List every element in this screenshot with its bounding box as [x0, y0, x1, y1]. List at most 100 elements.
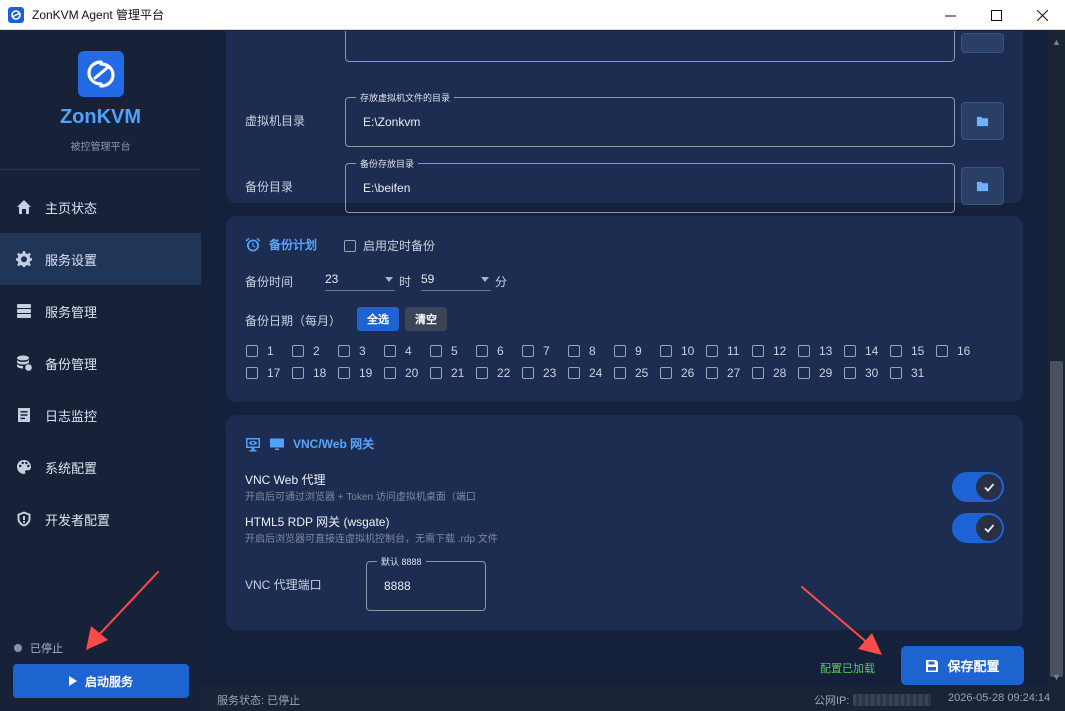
day-checkbox[interactable]: 12	[752, 344, 798, 358]
vnc-port-field[interactable]: 默认 8888 8888	[366, 555, 486, 611]
checkbox-box	[660, 345, 672, 357]
day-label: 21	[451, 366, 465, 380]
checkbox-box	[798, 345, 810, 357]
day-checkbox[interactable]: 30	[844, 366, 890, 380]
checkbox-box	[568, 367, 580, 379]
vnc-port-value: 8888	[384, 579, 411, 593]
day-label: 9	[635, 344, 642, 358]
day-checkbox[interactable]: 8	[568, 344, 614, 358]
status-dot	[14, 644, 22, 652]
sidebar-item-home[interactable]: 主页状态	[0, 181, 201, 233]
day-checkbox[interactable]: 29	[798, 366, 844, 380]
day-checkbox[interactable]: 20	[384, 366, 430, 380]
vm-dir-field[interactable]: 存放虚拟机文件的目录 E:\Zonkvm	[345, 91, 955, 147]
day-checkbox[interactable]: 22	[476, 366, 522, 380]
sidebar-divider	[0, 169, 201, 170]
day-checkbox[interactable]: 2	[292, 344, 338, 358]
toggle-knob	[976, 474, 1002, 500]
minimize-button[interactable]	[927, 0, 973, 30]
title-bar: ZonKVM Agent 管理平台	[0, 0, 1065, 30]
backup-dir-legend: 备份存放目录	[356, 157, 419, 170]
clear-button[interactable]: 清空	[405, 307, 447, 331]
sidebar-item-log-monitor[interactable]: 日志监控	[0, 389, 201, 441]
backup-dir-browse-button[interactable]	[961, 167, 1004, 205]
day-checkbox[interactable]: 26	[660, 366, 706, 380]
day-checkbox[interactable]: 3	[338, 344, 384, 358]
vertical-scrollbar[interactable]: ▲ ▼	[1048, 31, 1065, 685]
day-label: 20	[405, 366, 419, 380]
backup-plan-card: 备份计划 启用定时备份 备份时间 23 时 59 分 备份日期（每月） 全选 清…	[226, 216, 1023, 402]
sidebar: ZonKVM 被控管理平台 主页状态 服务设置 服务管理 备份管理 日志监控 系…	[0, 31, 201, 711]
checkbox-box	[476, 367, 488, 379]
day-checkbox[interactable]: 31	[890, 366, 936, 380]
day-checkbox[interactable]: 1	[246, 344, 292, 358]
day-checkbox[interactable]: 5	[430, 344, 476, 358]
close-button[interactable]	[1019, 0, 1065, 30]
vnc-gateway-title: VNC/Web 网关	[245, 435, 374, 452]
checkbox-box	[522, 367, 534, 379]
checkbox-box	[246, 367, 258, 379]
day-checkbox[interactable]: 11	[706, 344, 752, 358]
day-checkbox[interactable]: 28	[752, 366, 798, 380]
day-checkbox[interactable]: 15	[890, 344, 936, 358]
sidebar-item-system-config[interactable]: 系统配置	[0, 441, 201, 493]
previous-browse-button[interactable]	[961, 33, 1004, 53]
day-label: 6	[497, 344, 504, 358]
day-checkbox[interactable]: 23	[522, 366, 568, 380]
scroll-down-icon[interactable]: ▼	[1048, 668, 1065, 685]
day-checkbox[interactable]: 13	[798, 344, 844, 358]
checkbox-box	[752, 367, 764, 379]
vnc-web-proxy-toggle[interactable]	[952, 472, 1004, 502]
day-checkbox[interactable]: 27	[706, 366, 752, 380]
vm-dir-browse-button[interactable]	[961, 102, 1004, 140]
checkbox-box	[522, 345, 534, 357]
day-label: 26	[681, 366, 695, 380]
day-checkbox[interactable]: 4	[384, 344, 430, 358]
sidebar-item-service-management[interactable]: 服务管理	[0, 285, 201, 337]
day-checkbox[interactable]: 17	[246, 366, 292, 380]
day-checkbox[interactable]: 7	[522, 344, 568, 358]
sidebar-item-label: 备份管理	[45, 356, 98, 372]
start-service-button[interactable]: 启动服务	[13, 664, 189, 698]
home-icon	[15, 198, 33, 216]
day-checkbox[interactable]: 25	[614, 366, 660, 380]
vnc-port-label: VNC 代理端口	[245, 578, 322, 592]
minute-select[interactable]: 59	[421, 267, 491, 291]
sidebar-item-service-settings[interactable]: 服务设置	[0, 233, 201, 285]
scroll-up-icon[interactable]: ▲	[1048, 33, 1065, 50]
rdp-gateway-toggle[interactable]	[952, 513, 1004, 543]
backup-dir-label: 备份目录	[245, 180, 294, 194]
checkbox-box	[798, 367, 810, 379]
previous-dir-field[interactable]	[345, 31, 955, 62]
day-checkbox[interactable]: 18	[292, 366, 338, 380]
day-checkbox[interactable]: 21	[430, 366, 476, 380]
backup-dir-field[interactable]: 备份存放目录 E:\beifen	[345, 157, 955, 213]
day-checkbox[interactable]: 24	[568, 366, 614, 380]
day-checkbox[interactable]: 6	[476, 344, 522, 358]
day-checkbox[interactable]: 16	[936, 344, 982, 358]
day-label: 28	[773, 366, 787, 380]
maximize-button[interactable]	[973, 0, 1019, 30]
sidebar-item-developer-config[interactable]: 开发者配置	[0, 493, 201, 545]
day-checkbox[interactable]: 10	[660, 344, 706, 358]
sidebar-item-backup-management[interactable]: 备份管理	[0, 337, 201, 389]
display-icon	[270, 438, 284, 450]
day-label: 22	[497, 366, 511, 380]
backup-plan-title-text: 备份计划	[269, 238, 318, 252]
sidebar-item-label: 系统配置	[45, 460, 98, 476]
day-checkbox[interactable]: 19	[338, 366, 384, 380]
statusbar-timestamp: 2026-05-28 09:24:14	[948, 692, 1051, 704]
checkbox-box	[384, 345, 396, 357]
palette-icon	[15, 458, 33, 476]
day-checkbox[interactable]: 14	[844, 344, 890, 358]
hour-select[interactable]: 23	[325, 267, 395, 291]
status-bar: 服务状态: 已停止 公网IP: 2026-05-28 09:24:14	[201, 685, 1065, 711]
day-checkbox[interactable]: 9	[614, 344, 660, 358]
select-all-button[interactable]: 全选	[357, 307, 399, 331]
close-icon	[1036, 9, 1048, 21]
enable-scheduled-backup-checkbox[interactable]: 启用定时备份	[344, 237, 435, 254]
day-label: 11	[727, 344, 740, 358]
save-config-button[interactable]: 保存配置	[901, 646, 1024, 685]
scroll-thumb[interactable]	[1050, 361, 1063, 677]
app-icon	[8, 6, 24, 23]
